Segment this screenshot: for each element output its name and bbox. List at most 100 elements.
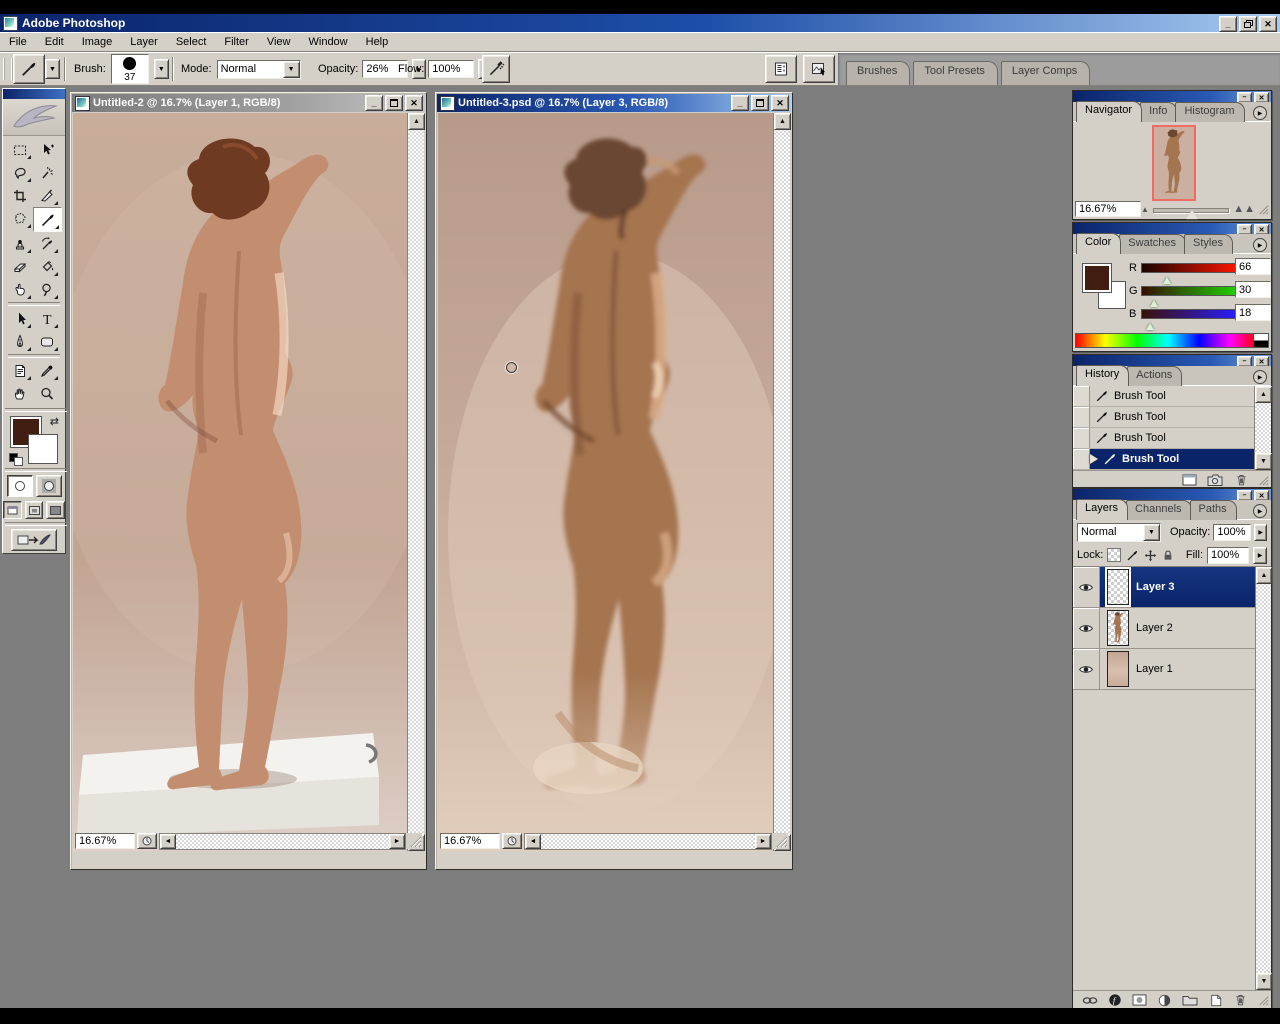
photoshop-feather-logo[interactable] bbox=[3, 99, 65, 136]
history-source-checkbox[interactable] bbox=[1073, 428, 1090, 448]
visibility-eye-icon[interactable] bbox=[1073, 608, 1100, 648]
background-color-swatch[interactable] bbox=[29, 435, 57, 463]
tab-histogram[interactable]: Histogram bbox=[1175, 102, 1244, 122]
doc2-minimize-icon[interactable]: _ bbox=[731, 95, 749, 111]
doc1-titlebar[interactable]: Untitled-2 @ 16.7% (Layer 1, RGB/8) _ ✕ bbox=[72, 94, 425, 112]
fullscreen-with-menu-button[interactable] bbox=[25, 501, 44, 519]
visibility-eye-icon[interactable] bbox=[1073, 649, 1100, 689]
current-tool-button[interactable] bbox=[13, 54, 45, 84]
history-step[interactable]: Brush Tool bbox=[1073, 386, 1271, 407]
scroll-left-icon[interactable]: ◄ bbox=[525, 834, 541, 849]
history-scrollbar[interactable]: ▲ ▼ bbox=[1254, 386, 1271, 470]
quick-mask-mode-button[interactable] bbox=[36, 475, 62, 497]
brush-preview[interactable]: 37 bbox=[111, 54, 149, 84]
eyedropper-tool[interactable] bbox=[33, 359, 60, 382]
type-tool[interactable]: T bbox=[33, 307, 60, 330]
history-source-checkbox[interactable] bbox=[1073, 407, 1090, 427]
tool-preset-dropdown-icon[interactable]: ▼ bbox=[45, 59, 60, 79]
smudge-tool[interactable] bbox=[6, 278, 33, 301]
doc2-canvas-area[interactable]: ▲ ▼ 16.67% ◄ ► bbox=[438, 113, 790, 851]
menu-filter[interactable]: Filter bbox=[215, 34, 257, 50]
painting-canvas[interactable] bbox=[438, 113, 774, 851]
lock-all-icon[interactable] bbox=[1161, 548, 1175, 562]
doc1-maximize-icon[interactable] bbox=[385, 95, 403, 111]
navigator-zoom-field[interactable]: 16.67% bbox=[1075, 201, 1141, 217]
history-source-checkbox[interactable] bbox=[1073, 386, 1090, 406]
green-value-field[interactable]: 30 bbox=[1235, 281, 1271, 298]
move-tool[interactable] bbox=[33, 138, 60, 161]
history-source-checkbox[interactable] bbox=[1073, 449, 1090, 469]
doc1-vertical-scrollbar[interactable]: ▲ ▼ bbox=[407, 113, 424, 851]
scroll-left-icon[interactable]: ◄ bbox=[160, 834, 176, 849]
scroll-up-icon[interactable]: ▲ bbox=[1255, 386, 1272, 403]
layers-resize-grip[interactable] bbox=[1257, 994, 1269, 1006]
app-titlebar[interactable]: Adobe Photoshop _ ✕ bbox=[0, 14, 1280, 32]
layer1-thumbnail[interactable] bbox=[1107, 651, 1129, 687]
blue-slider[interactable] bbox=[1141, 309, 1239, 319]
tab-actions[interactable]: Actions bbox=[1127, 366, 1182, 386]
tab-layers[interactable]: Layers bbox=[1076, 499, 1128, 520]
well-tab-tool-presets[interactable]: Tool Presets bbox=[913, 61, 998, 85]
tab-paths[interactable]: Paths bbox=[1190, 500, 1237, 520]
zoom-in-icon[interactable]: ▲▲ bbox=[1233, 203, 1255, 215]
scroll-right-icon[interactable]: ► bbox=[755, 834, 771, 849]
delete-state-trash-icon[interactable] bbox=[1231, 473, 1251, 487]
scroll-right-icon[interactable]: ► bbox=[389, 834, 405, 849]
close-icon[interactable]: ✕ bbox=[1259, 16, 1277, 32]
menu-layer[interactable]: Layer bbox=[121, 34, 167, 50]
tab-swatches[interactable]: Swatches bbox=[1119, 234, 1186, 254]
default-colors-icon[interactable] bbox=[9, 453, 23, 465]
doc1-canvas-area[interactable]: ▲ ▼ 16.67% ◄ ► bbox=[73, 113, 424, 851]
doc2-status-menu-icon[interactable] bbox=[502, 833, 522, 849]
navigator-resize-grip[interactable] bbox=[1257, 203, 1269, 215]
add-layer-mask-icon[interactable] bbox=[1132, 993, 1148, 1007]
edit-in-imageready-button[interactable] bbox=[11, 529, 57, 551]
tab-styles[interactable]: Styles bbox=[1184, 234, 1233, 254]
navigator-zoom-slider[interactable] bbox=[1153, 202, 1229, 216]
layer-row-layer1[interactable]: Layer 1 bbox=[1073, 649, 1271, 690]
lock-transparency-icon[interactable] bbox=[1107, 548, 1121, 562]
flow-field[interactable]: 100% bbox=[428, 60, 474, 78]
doc2-vertical-scrollbar[interactable]: ▲ ▼ bbox=[773, 113, 790, 851]
link-layers-icon[interactable] bbox=[1081, 993, 1099, 1007]
airbrush-button[interactable] bbox=[482, 55, 510, 83]
color-foreground-swatch[interactable] bbox=[1083, 264, 1111, 292]
swap-colors-icon[interactable]: ⇄ bbox=[50, 415, 59, 428]
lock-position-icon[interactable] bbox=[1143, 548, 1157, 562]
red-value-field[interactable]: 66 bbox=[1235, 258, 1271, 275]
well-tab-layer-comps[interactable]: Layer Comps bbox=[1001, 61, 1090, 85]
fullscreen-button[interactable] bbox=[46, 501, 65, 519]
green-slider[interactable] bbox=[1141, 286, 1239, 296]
navigator-view-box[interactable] bbox=[1152, 125, 1196, 201]
layer-row-layer3[interactable]: Layer 3 bbox=[1073, 567, 1271, 608]
menu-window[interactable]: Window bbox=[300, 34, 357, 50]
notes-tool[interactable] bbox=[6, 359, 33, 382]
blue-value-field[interactable]: 18 bbox=[1235, 304, 1271, 321]
scroll-up-icon[interactable]: ▲ bbox=[1256, 567, 1272, 584]
doc1-zoom-field[interactable]: 16.67% bbox=[75, 833, 135, 849]
healing-brush-tool[interactable] bbox=[6, 207, 33, 230]
clone-stamp-tool[interactable] bbox=[6, 232, 33, 255]
history-step-selected[interactable]: Brush Tool bbox=[1073, 449, 1271, 470]
layer-row-layer2[interactable]: Layer 2 bbox=[1073, 608, 1271, 649]
menu-file[interactable]: File bbox=[0, 34, 36, 50]
shape-tool[interactable] bbox=[33, 330, 60, 353]
doc1-close-icon[interactable]: ✕ bbox=[405, 95, 423, 111]
delete-layer-trash-icon[interactable] bbox=[1232, 993, 1248, 1007]
history-brush-tool[interactable] bbox=[33, 232, 60, 255]
paint-bucket-tool[interactable] bbox=[33, 255, 60, 278]
mode-dropdown-icon[interactable]: ▼ bbox=[283, 61, 300, 78]
slice-tool[interactable] bbox=[33, 184, 60, 207]
rectangular-marquee-tool[interactable] bbox=[6, 138, 33, 161]
standard-mode-button[interactable] bbox=[7, 475, 33, 497]
blend-mode-select[interactable]: Normal ▼ bbox=[1077, 523, 1161, 542]
well-tab-brushes[interactable]: Brushes bbox=[846, 61, 910, 85]
menu-help[interactable]: Help bbox=[357, 34, 398, 50]
brush-dropdown-icon[interactable]: ▼ bbox=[154, 59, 169, 79]
scroll-up-icon[interactable]: ▲ bbox=[774, 113, 791, 130]
doc1-resize-grip[interactable] bbox=[408, 834, 422, 848]
palette-menu-icon[interactable]: ▶ bbox=[1253, 238, 1267, 252]
visibility-eye-icon[interactable] bbox=[1073, 567, 1100, 607]
options-grip[interactable] bbox=[3, 58, 13, 80]
mode-select[interactable]: Normal ▼ bbox=[217, 60, 301, 79]
